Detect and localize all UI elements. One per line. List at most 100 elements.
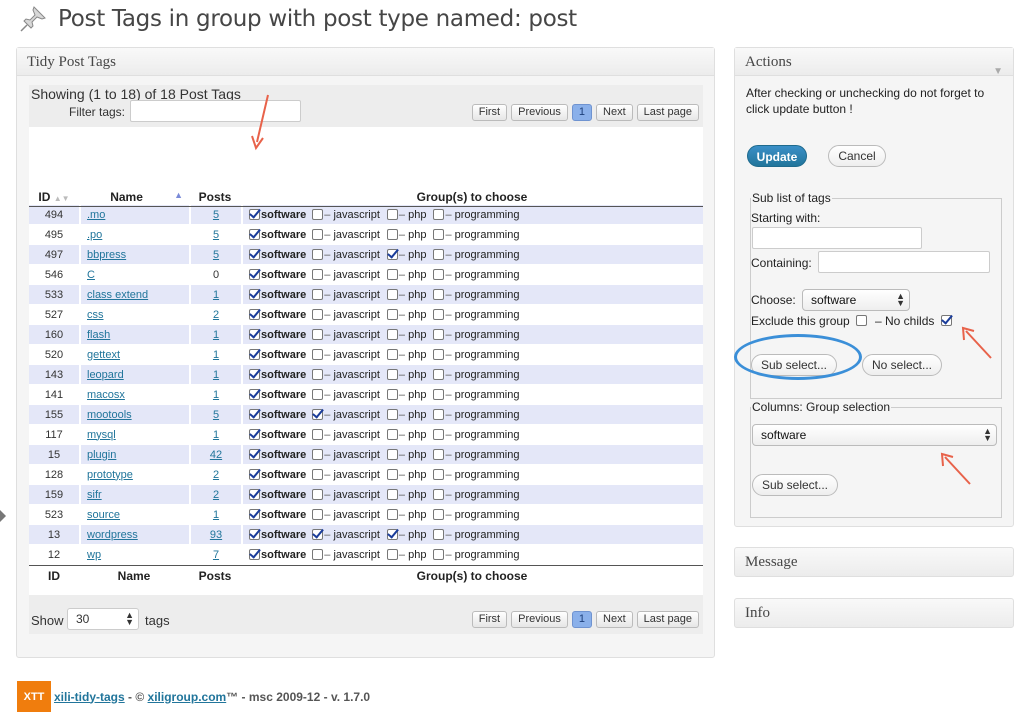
tag-name-link[interactable]: sifr (87, 489, 102, 501)
group-checkbox-programming[interactable] (433, 428, 445, 440)
starting-with-input[interactable] (752, 227, 922, 249)
last-page-button[interactable]: Last page (636, 611, 699, 628)
group-checkbox-programming[interactable] (433, 368, 445, 380)
group-checkbox-programming[interactable] (433, 528, 445, 540)
posts-count-link[interactable]: 1 (213, 389, 219, 401)
group-checkbox-software[interactable] (249, 248, 260, 260)
col-posts[interactable]: Posts (189, 188, 241, 205)
group-checkbox-javascript[interactable] (312, 248, 324, 260)
tag-name-link[interactable]: bbpress (87, 249, 126, 261)
posts-count-link[interactable]: 1 (213, 429, 219, 441)
group-checkbox-programming[interactable] (433, 308, 445, 320)
group-checkbox-javascript[interactable] (312, 548, 324, 560)
group-checkbox-php[interactable] (386, 408, 398, 420)
filter-tags-input[interactable] (130, 100, 301, 122)
first-page-button[interactable]: First (471, 611, 508, 628)
group-checkbox-programming[interactable] (433, 508, 445, 520)
group-checkbox-javascript[interactable] (312, 448, 324, 460)
tag-name-link[interactable]: leopard (87, 369, 124, 381)
choose-group-select[interactable]: software ▲ ▼ (802, 289, 910, 311)
tag-name-link[interactable]: plugin (87, 449, 116, 461)
group-checkbox-php[interactable] (386, 288, 398, 300)
next-page-button[interactable]: Next (596, 104, 633, 121)
group-checkbox-software[interactable] (249, 268, 260, 280)
group-checkbox-programming[interactable] (433, 388, 445, 400)
posts-count-link[interactable]: 42 (210, 449, 222, 461)
next-page-button[interactable]: Next (596, 611, 633, 628)
group-checkbox-software[interactable] (249, 288, 260, 300)
tag-name-link[interactable]: wordpress (87, 529, 138, 541)
group-checkbox-javascript[interactable] (312, 328, 324, 340)
group-checkbox-php[interactable] (386, 468, 398, 480)
tag-name-link[interactable]: mysql (87, 429, 116, 441)
group-checkbox-javascript[interactable] (312, 408, 324, 420)
group-checkbox-software[interactable] (249, 448, 260, 460)
posts-count-link[interactable]: 5 (213, 229, 219, 241)
update-button[interactable]: Update (747, 145, 807, 167)
group-checkbox-javascript[interactable] (312, 468, 324, 480)
exclude-group-checkbox[interactable] (856, 315, 867, 326)
col-name[interactable]: Name ▲ (79, 188, 189, 205)
posts-count-link[interactable]: 5 (213, 209, 219, 221)
group-checkbox-javascript[interactable] (312, 228, 324, 240)
group-checkbox-php[interactable] (386, 548, 398, 560)
group-checkbox-javascript[interactable] (312, 308, 324, 320)
group-checkbox-programming[interactable] (433, 468, 445, 480)
info-panel[interactable]: Info (734, 598, 1014, 628)
no-childs-checkbox[interactable] (941, 315, 952, 326)
group-checkbox-php[interactable] (386, 208, 398, 220)
group-checkbox-software[interactable] (249, 428, 260, 440)
tag-name-link[interactable]: flash (87, 329, 110, 341)
posts-count-link[interactable]: 93 (210, 529, 222, 541)
posts-count-link[interactable]: 5 (213, 249, 219, 261)
tag-name-link[interactable]: .po (87, 229, 102, 241)
tag-name-link[interactable]: macosx (87, 389, 125, 401)
tag-name-link[interactable]: mootools (87, 409, 132, 421)
posts-count-link[interactable]: 7 (213, 549, 219, 561)
group-checkbox-php[interactable] (386, 428, 398, 440)
containing-input[interactable] (818, 251, 990, 273)
group-checkbox-javascript[interactable] (312, 208, 324, 220)
group-checkbox-javascript[interactable] (312, 268, 324, 280)
group-checkbox-php[interactable] (386, 308, 398, 320)
group-checkbox-programming[interactable] (433, 348, 445, 360)
group-checkbox-software[interactable] (249, 488, 260, 500)
group-checkbox-software[interactable] (249, 548, 260, 560)
first-page-button[interactable]: First (471, 104, 508, 121)
tag-name-link[interactable]: source (87, 509, 120, 521)
group-checkbox-programming[interactable] (433, 448, 445, 460)
group-checkbox-programming[interactable] (433, 288, 445, 300)
posts-count-link[interactable]: 1 (213, 509, 219, 521)
posts-count-link[interactable]: 1 (213, 369, 219, 381)
group-checkbox-php[interactable] (386, 488, 398, 500)
posts-count-link[interactable]: 1 (213, 349, 219, 361)
tag-name-link[interactable]: class extend (87, 289, 148, 301)
group-checkbox-programming[interactable] (433, 548, 445, 560)
group-checkbox-software[interactable] (249, 208, 260, 220)
columns-group-select[interactable]: software ▲ ▼ (752, 424, 997, 446)
company-link[interactable]: xiligroup.com (148, 690, 227, 704)
show-count-select[interactable]: 30 ▲ ▼ (67, 608, 139, 630)
group-checkbox-software[interactable] (249, 388, 260, 400)
group-checkbox-javascript[interactable] (312, 288, 324, 300)
plugin-link[interactable]: xili-tidy-tags (54, 690, 125, 704)
collapse-menu-icon[interactable] (0, 510, 6, 522)
group-checkbox-software[interactable] (249, 308, 260, 320)
current-page-button[interactable]: 1 (571, 104, 593, 121)
posts-count-link[interactable]: 1 (213, 289, 219, 301)
cancel-button[interactable]: Cancel (828, 145, 886, 167)
group-checkbox-software[interactable] (249, 408, 260, 420)
posts-count-link[interactable]: 5 (213, 409, 219, 421)
current-page-button[interactable]: 1 (571, 611, 593, 628)
group-checkbox-php[interactable] (386, 448, 398, 460)
col-id[interactable]: ID ▲▼ (29, 188, 79, 205)
previous-page-button[interactable]: Previous (511, 104, 568, 121)
tag-name-link[interactable]: C (87, 269, 95, 281)
columns-sub-select-button[interactable]: Sub select... (752, 474, 838, 496)
group-checkbox-php[interactable] (386, 228, 398, 240)
tag-name-link[interactable]: .mo (87, 209, 105, 221)
tag-name-link[interactable]: wp (87, 549, 101, 561)
group-checkbox-php[interactable] (386, 348, 398, 360)
group-checkbox-javascript[interactable] (312, 388, 324, 400)
group-checkbox-php[interactable] (386, 248, 398, 260)
